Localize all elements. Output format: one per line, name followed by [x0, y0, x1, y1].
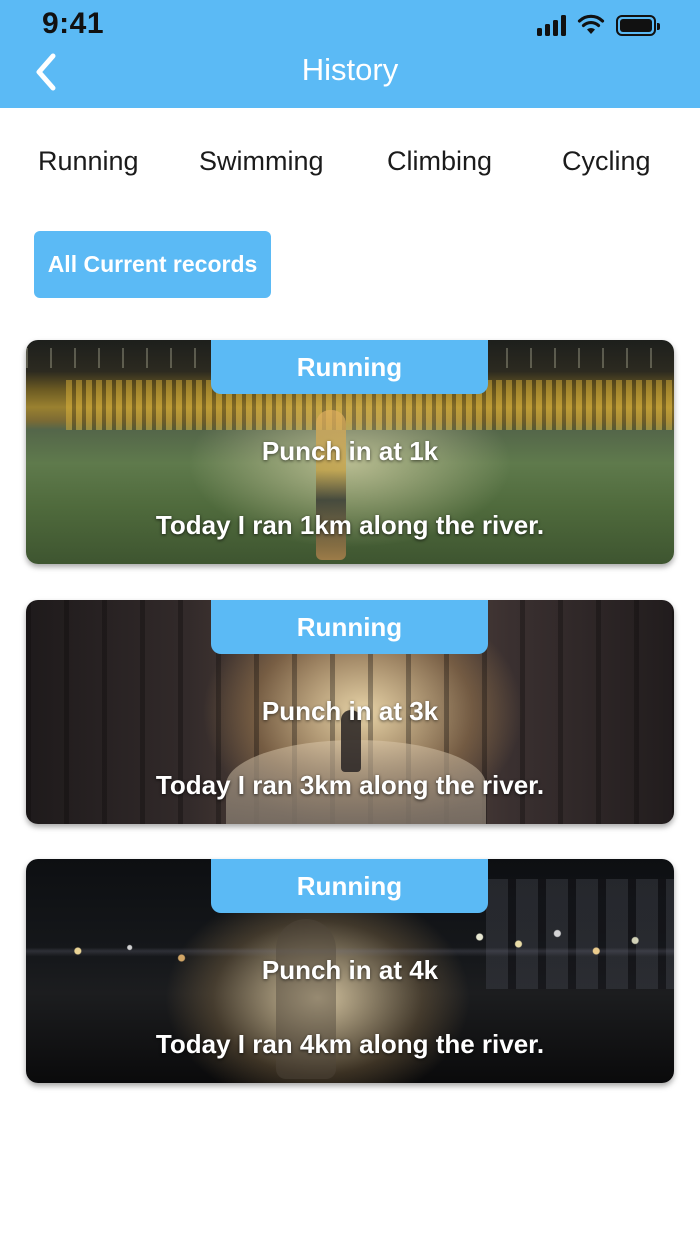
status-time: 9:41 — [42, 7, 105, 40]
card-category-badge: Running — [211, 600, 488, 654]
tab-swimming[interactable]: Swimming — [199, 146, 324, 177]
battery-icon — [616, 14, 660, 36]
cellular-signal-icon — [537, 14, 566, 36]
record-card[interactable]: Running Punch in at 4k Today I ran 4km a… — [26, 859, 674, 1083]
card-title: Punch in at 4k — [261, 955, 439, 985]
card-title: Punch in at 1k — [261, 436, 439, 466]
card-title: Punch in at 3k — [261, 696, 439, 726]
tab-climbing[interactable]: Climbing — [387, 146, 492, 177]
wifi-icon — [577, 14, 605, 34]
record-card[interactable]: Running Punch in at 3k Today I ran 3km a… — [26, 600, 674, 824]
navigation-header: 9:41 History — [0, 0, 700, 108]
category-tabs: Running Swimming Climbing Cycling — [0, 140, 700, 188]
tab-cycling[interactable]: Cycling — [562, 146, 651, 177]
tab-running[interactable]: Running — [38, 146, 139, 177]
status-icons — [537, 12, 660, 38]
card-category-badge: Running — [211, 340, 488, 394]
card-category-badge: Running — [211, 859, 488, 913]
card-description: Today I ran 4km along the river. — [155, 1029, 545, 1059]
all-current-records-button[interactable]: All Current records — [34, 231, 271, 298]
card-description: Today I ran 3km along the river. — [155, 770, 545, 800]
card-description: Today I ran 1km along the river. — [155, 510, 545, 540]
page-title: History — [301, 52, 399, 87]
record-card[interactable]: Running Punch in at 1k Today I ran 1km a… — [26, 340, 674, 564]
